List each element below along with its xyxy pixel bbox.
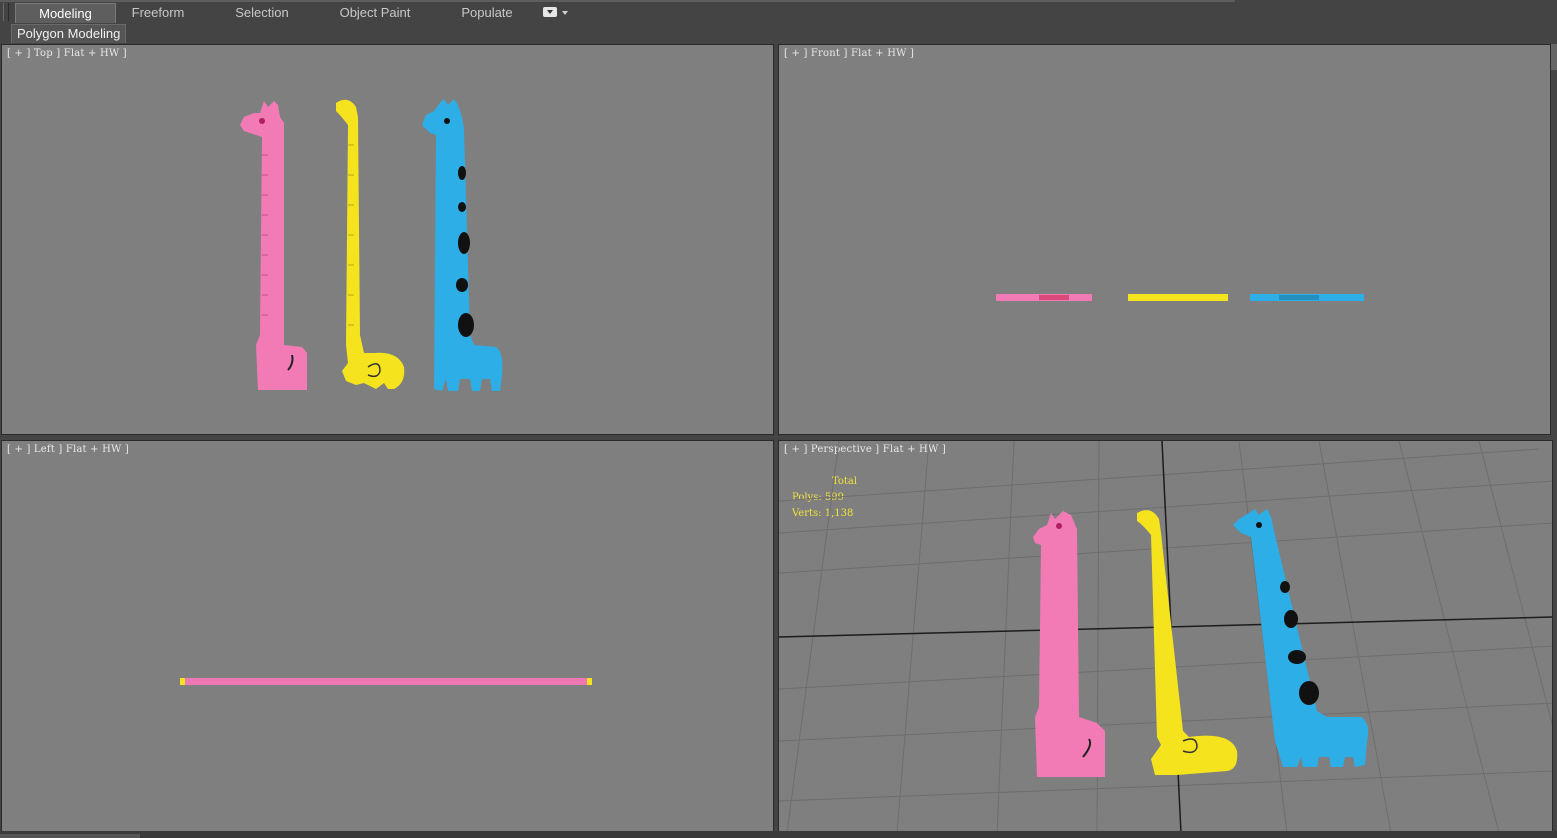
viewport-left[interactable]: [ + ] Left ] Flat + HW ] [1,440,774,832]
blue-ruler-edge-detail [1279,295,1319,300]
tab-object-paint[interactable]: Object Paint [330,3,420,23]
pink-giraffe-ruler-3d[interactable] [1033,511,1105,777]
blue-giraffe-ruler[interactable] [422,99,503,391]
viewport-scroll-edge[interactable] [1551,44,1557,70]
ruler-side-edge-end [587,678,592,685]
perspective-scene [779,441,1552,831]
status-bar-edge [0,831,1557,838]
ribbon-options-button[interactable] [543,7,571,19]
top-view-scene [240,99,503,391]
blue-giraffe-ruler-3d[interactable] [1233,509,1369,767]
yellow-ruler-edge[interactable] [1128,294,1228,301]
chevron-down-icon [562,11,568,15]
ribbon-top-line [0,0,1235,2]
yellow-giraffe-ruler[interactable] [336,99,405,390]
polygon-modeling-panel-label[interactable]: Polygon Modeling [11,24,127,43]
ruler-side-edge[interactable] [180,678,592,685]
viewport-top[interactable]: [ + ] Top ] Flat + HW ] [1,44,774,435]
ribbon-panel: Polygon Modeling [0,24,1557,43]
viewport-front[interactable]: [ + ] Front ] Flat + HW ] [778,44,1551,435]
ribbon-grip-handle[interactable] [3,3,9,21]
ribbon-tab-bar: Modeling Freeform Selection Object Paint… [0,0,1557,25]
tab-modeling[interactable]: Modeling [15,3,116,23]
yellow-giraffe-ruler-3d[interactable] [1137,510,1238,775]
ruler-side-edge-start [180,678,185,685]
dropdown-menu-icon [543,7,557,17]
pink-ruler-edge-detail [1039,295,1069,300]
viewport-perspective[interactable]: [ + ] Perspective ] Flat + HW ] Total Po… [778,440,1553,832]
tab-selection[interactable]: Selection [224,3,300,23]
tab-freeform[interactable]: Freeform [120,3,196,23]
front-view-scene [996,294,1364,301]
pink-giraffe-ruler[interactable] [240,101,307,390]
left-view-scene [180,678,592,685]
status-bar-segment [0,834,140,838]
tab-populate[interactable]: Populate [452,3,522,23]
